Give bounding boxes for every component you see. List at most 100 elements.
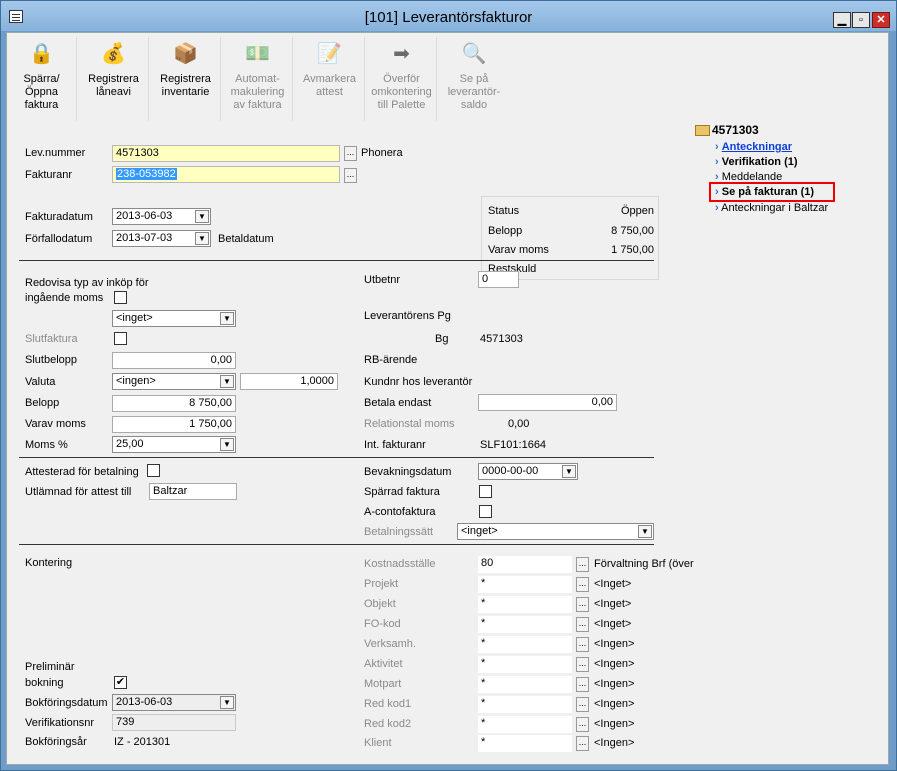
forfallodatum-picker[interactable]: 2013-07-03 ▼ [112,230,211,247]
kontering-row-label: Red kod2 [364,718,412,730]
betalningssatt-select[interactable]: <inget> ▼ [457,523,654,540]
kontering-row-input[interactable]: * [478,735,572,752]
kontering-row-lookup-button[interactable]: ... [576,736,589,751]
close-button[interactable]: ✕ [872,12,890,28]
bokforingsdatum-picker[interactable]: 2013-06-03 ▼ [112,694,236,711]
kontering-row-lookup-button[interactable]: ... [576,697,589,712]
toolbar-button-sparra[interactable]: 🔒 Spärra/ Öppna faktura [7,37,77,121]
belopp-input[interactable]: 8 750,00 [112,395,236,412]
valuta-value: <ingen> [116,375,156,387]
levnummer-lookup-button[interactable]: ... [344,146,357,161]
minimize-button[interactable]: ▁ [833,12,851,28]
int-fakturanr-label: Int. fakturanr [364,439,426,451]
kontering-row-input[interactable]: * [478,576,572,593]
kontering-row-lookup-button[interactable]: ... [576,657,589,672]
toolbar-button-automatmakulering[interactable]: 💵 Automat- makulering av faktura [223,37,293,121]
utlamnad-input[interactable]: Baltzar [149,483,237,500]
chevron-down-icon[interactable]: ▼ [562,465,576,478]
kontering-row-description: <Inget> [594,578,632,590]
kontering-row-lookup-button[interactable]: ... [576,637,589,652]
kundnr-label: Kundnr hos leverantör [364,376,473,388]
toolbar-button-overfor[interactable]: ➡ Överför omkontering till Palette [367,37,437,121]
kontering-row-input[interactable]: * [478,596,572,613]
kontering-row-lookup-button[interactable]: ... [576,557,589,572]
bokning-label: bokning [25,677,64,689]
fakturadatum-picker[interactable]: 2013-06-03 ▼ [112,208,211,225]
toolbar-label: Registrera inventarie [160,73,211,98]
status-label: Status [488,205,520,217]
kontering-row-input[interactable]: * [478,676,572,693]
bokforingsdatum-value: 2013-06-03 [116,696,173,708]
aconto-checkbox[interactable] [479,505,492,518]
betala-endast-label: Betala endast [364,397,432,409]
toolbar-button-registrera-inventarie[interactable]: 📦 Registrera inventarie [151,37,221,121]
toolbar-label: Registrera låneavi [88,73,139,98]
toolbar-button-registrera-laneavi[interactable]: 💰 Registrera låneavi [79,37,149,121]
chevron-down-icon[interactable]: ▼ [195,232,209,245]
status-varav-value: 1 750,00 [611,244,654,256]
kontering-row-input[interactable]: 80 [478,556,572,573]
kontering-row-input[interactable]: * [478,696,572,713]
utlamnad-label: Utlämnad för attest till [25,486,132,498]
chevron-down-icon[interactable]: ▼ [195,210,209,223]
kontering-row-description: <Inget> [594,618,632,630]
tree-item-anteckningar[interactable]: › Anteckningar [715,141,792,153]
kontering-row-description: <Ingen> [594,698,635,710]
moms-value: 25,00 [116,438,144,450]
valuta-label: Valuta [25,376,56,388]
chevron-down-icon[interactable]: ▼ [220,696,234,709]
toolbar-button-leverantorsaldo[interactable]: 🔍 Se på leverantör- saldo [439,37,509,121]
money-icon: 💰 [101,43,126,65]
kontering-row-description: <Inget> [594,598,632,610]
chevron-down-icon[interactable]: ▼ [220,438,234,451]
attesterad-checkbox[interactable] [147,464,160,477]
valuta-select[interactable]: <ingen> ▼ [112,373,236,390]
divider [19,457,654,458]
slutbelopp-input[interactable]: 0,00 [112,352,236,369]
bevakningsdatum-picker[interactable]: 0000-00-00 ▼ [478,463,578,480]
status-belopp-label: Belopp [488,225,523,237]
betala-endast-input[interactable]: 0,00 [478,394,617,411]
kontering-row-lookup-button[interactable]: ... [576,577,589,592]
kontering-label: Kontering [25,557,73,569]
kontering-row-lookup-button[interactable]: ... [576,717,589,732]
redovisa-label: Redovisa typ av inköp för [25,277,149,289]
fakturanr-input[interactable]: 238-053982 [112,166,340,183]
status-varav-label: Varav moms [488,244,549,256]
fakturanr-lookup-button[interactable]: ... [344,168,357,183]
tree-root[interactable]: 4571303 [695,123,759,137]
verifikationsnr-input[interactable]: 739 [112,714,236,731]
slutfaktura-checkbox[interactable] [114,332,127,345]
bevakningsdatum-value: 0000-00-00 [482,465,539,477]
kontering-row-input[interactable]: * [478,656,572,673]
bevakningsdatum-label: Bevakningsdatum [364,466,452,478]
unmark-attest-icon: 📝 [317,43,342,65]
lock-icon: 🔒 [29,43,54,65]
chevron-down-icon[interactable]: ▼ [638,525,652,538]
levnummer-input[interactable]: 4571303 [112,145,340,162]
varav-moms-input[interactable]: 1 750,00 [112,416,236,433]
toolbar-button-avmarkera-attest[interactable]: 📝 Avmarkera attest [295,37,365,121]
chevron-down-icon[interactable]: ▼ [220,375,234,388]
preliminar-checkbox[interactable]: ✔ [114,676,127,689]
sparrad-checkbox[interactable] [479,485,492,498]
tree-item-verifikation[interactable]: › Verifikation (1) [715,156,798,168]
kontering-row-input[interactable]: * [478,616,572,633]
kontering-row-input[interactable]: * [478,636,572,653]
maximize-button[interactable]: ▫ [852,12,870,28]
ingaende-moms-checkbox[interactable] [114,291,127,304]
tree-item-label: Anteckningar i Baltzar [721,202,829,214]
kurs-input[interactable]: 1,0000 [240,373,338,390]
chevron-down-icon[interactable]: ▼ [220,312,234,325]
kontering-row-lookup-button[interactable]: ... [576,597,589,612]
pg-label: Leverantörens Pg [364,310,451,322]
transfer-icon: ➡ [393,43,410,65]
kontering-row-lookup-button[interactable]: ... [576,617,589,632]
chevron-right-icon: › [715,156,719,168]
inkopstyp-select[interactable]: <inget> ▼ [112,310,236,327]
moms-select[interactable]: 25,00 ▼ [112,436,236,453]
kontering-row-lookup-button[interactable]: ... [576,677,589,692]
kontering-row-input[interactable]: * [478,716,572,733]
tree-item-anteckningar-baltzar[interactable]: › Anteckningar i Baltzar [715,202,828,214]
utbetnr-input[interactable]: 0 [478,271,519,288]
